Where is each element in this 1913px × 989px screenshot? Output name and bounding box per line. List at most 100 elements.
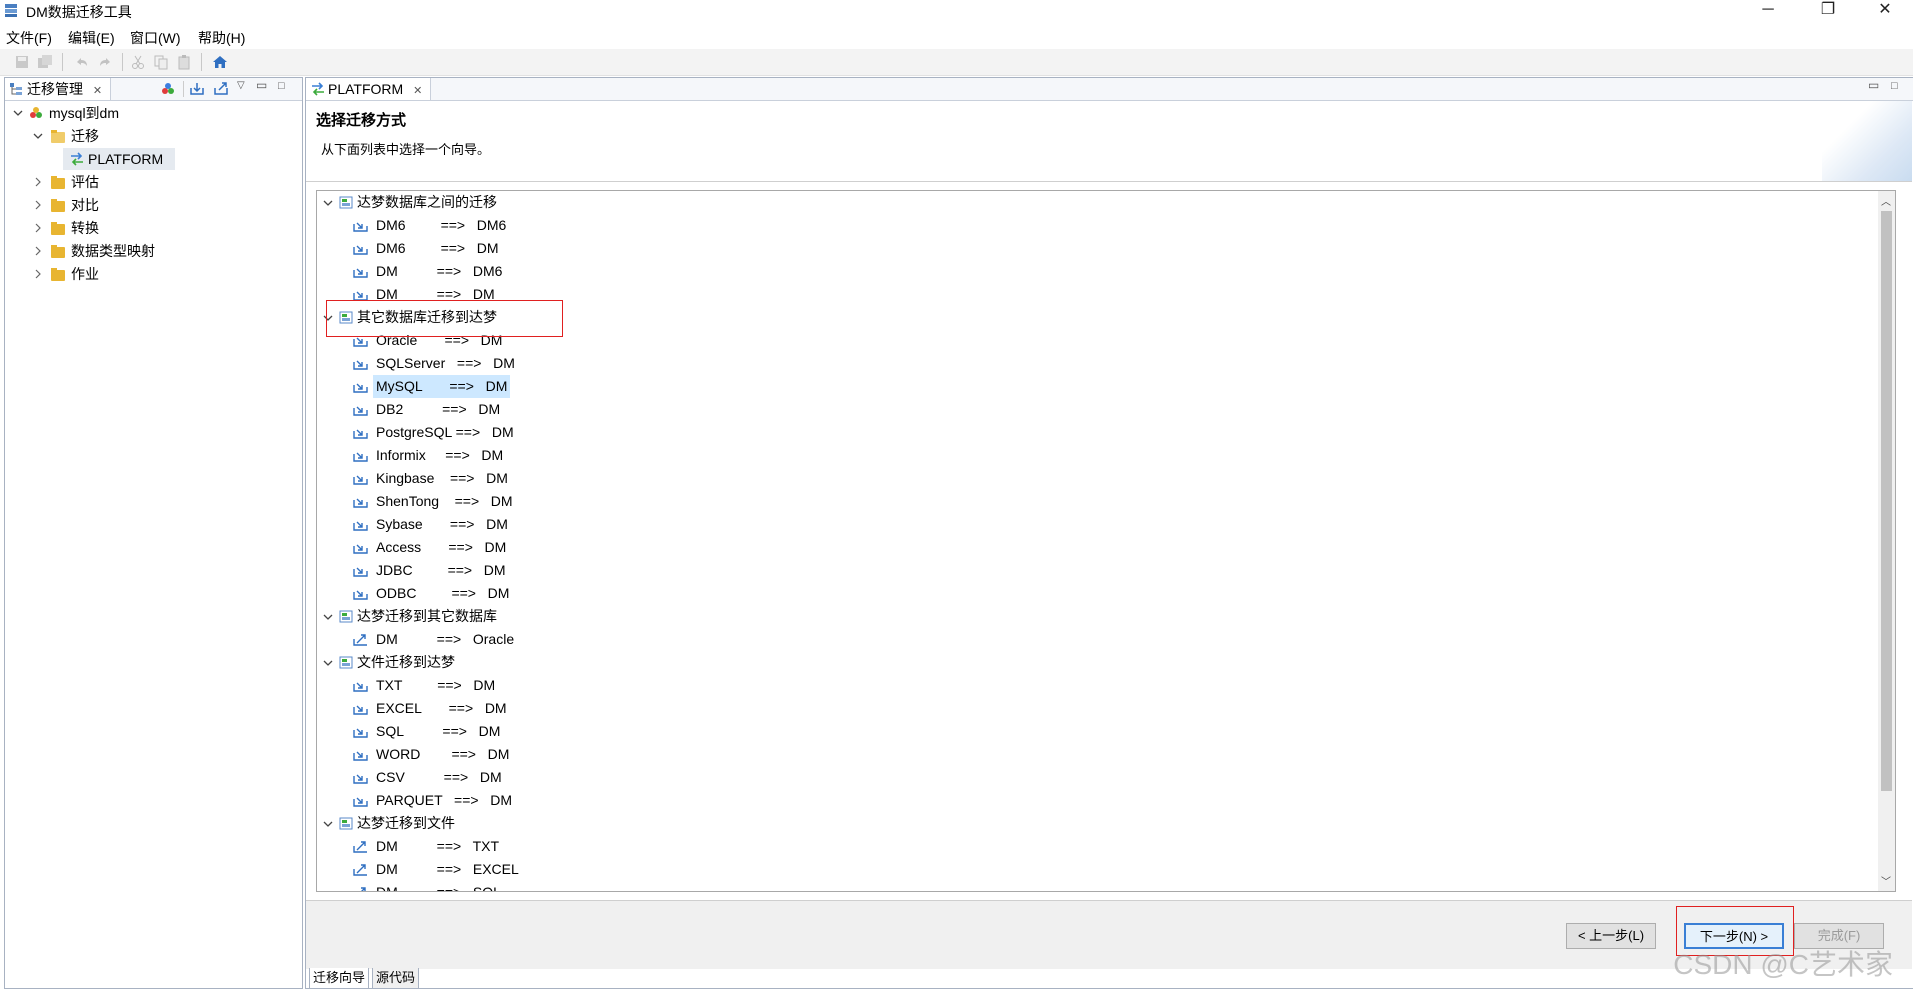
wizard-item-label: PostgreSQL ==> DM	[376, 424, 514, 440]
tab-platform[interactable]: PLATFORM ✕	[306, 78, 432, 100]
chevron-right-icon[interactable]	[33, 269, 43, 279]
wizard-group-label: 文件迁移到达梦	[357, 654, 455, 670]
wizard-item-label: DM ==> SQL	[376, 884, 501, 892]
minimize-view-icon[interactable]: ▭	[256, 78, 267, 92]
import-wizard-icon	[353, 475, 368, 485]
wizard-header: 选择迁移方式 从下面列表中选择一个向导。	[306, 101, 1912, 182]
export-wizard-icon	[361, 887, 366, 891]
chevron-down-icon[interactable]	[323, 612, 333, 622]
tree-item-platform[interactable]: PLATFORM	[63, 148, 175, 170]
wizard-item-label: DM ==> TXT	[376, 838, 500, 854]
wizard-subtitle: 从下面列表中选择一个向导。	[321, 142, 491, 157]
wizard-item-label: ShenTong ==> DM	[376, 493, 513, 509]
wizard-group-icon	[339, 656, 353, 669]
editor-panel: PLATFORM ✕ ▭ □ 选择迁移方式 从下面列表中选择一个向导。 达梦数据…	[305, 77, 1913, 989]
copy-icon[interactable]	[153, 54, 169, 70]
chevron-down-icon[interactable]	[323, 658, 333, 668]
tree-label: 作业	[71, 266, 99, 282]
wizard-title: 选择迁移方式	[316, 112, 407, 129]
minimize-button[interactable]: ─	[1745, 0, 1791, 22]
menu-window[interactable]: 窗口(W)	[130, 28, 181, 48]
wizard-group-label: 达梦迁移到文件	[357, 815, 455, 831]
export-icon[interactable]	[213, 82, 229, 96]
wizard-item-label: DM ==> Oracle	[376, 631, 515, 647]
transfer-icon	[71, 152, 83, 166]
folder-icon	[51, 199, 65, 212]
close-tab-icon[interactable]: ✕	[413, 85, 422, 97]
wizard-item-label: DM6 ==> DM6	[376, 217, 507, 233]
chevron-right-icon[interactable]	[33, 177, 43, 187]
wizard-item-label: DM ==> EXCEL	[376, 861, 519, 877]
import-wizard-icon	[353, 406, 368, 416]
close-tab-icon[interactable]: ✕	[93, 85, 102, 97]
tab-migration-wizard[interactable]: 迁移向导	[309, 968, 370, 989]
wizard-list[interactable]: 达梦数据库之间的迁移 DM6 ==> DM6 DM6 ==> DM DM ==> DM…	[316, 190, 1896, 892]
folder-icon	[51, 245, 65, 258]
app-icon	[5, 4, 17, 17]
import-wizard-icon	[353, 705, 368, 715]
wizard-item-label: DB2 ==> DM	[376, 401, 501, 417]
scroll-down-icon[interactable]: ﹀	[1881, 873, 1891, 888]
tree-view-icon	[10, 83, 22, 95]
redo-icon[interactable]	[97, 54, 113, 70]
import-icon[interactable]	[189, 82, 205, 96]
close-button[interactable]: ✕	[1862, 0, 1908, 22]
wizard-item-label: SQLServer ==> DM	[376, 355, 515, 371]
chevron-down-icon[interactable]	[323, 198, 333, 208]
menu-file[interactable]: 文件(F)	[6, 28, 52, 48]
tree-label: 迁移	[71, 128, 99, 144]
project-icon	[30, 107, 42, 118]
toolbar	[0, 49, 1913, 76]
save-icon[interactable]	[14, 54, 30, 70]
transfer-icon	[312, 82, 324, 96]
tree-label: 数据类型映射	[71, 243, 155, 259]
save-all-icon[interactable]	[37, 54, 53, 70]
vertical-scrollbar[interactable]: ︿ ﹀	[1878, 191, 1895, 891]
chevron-right-icon[interactable]	[33, 200, 43, 210]
chevron-down-icon[interactable]	[13, 108, 23, 118]
menu-bar: 文件(F) 编辑(E) 窗口(W) 帮助(H)	[0, 24, 1913, 46]
import-wizard-icon	[353, 222, 368, 232]
tab-source-code[interactable]: 源代码	[372, 968, 420, 989]
wizard-item-label: Kingbase ==> DM	[376, 470, 508, 486]
import-wizard-icon	[353, 774, 368, 784]
wizard-item-label: DM6 ==> DM	[376, 240, 499, 256]
import-wizard-icon	[353, 590, 368, 600]
cut-icon[interactable]	[130, 54, 146, 70]
window-title: DM数据迁移工具	[26, 4, 132, 20]
highlight-box	[326, 300, 563, 337]
folder-icon	[51, 222, 65, 235]
chevron-right-icon[interactable]	[33, 223, 43, 233]
export-wizard-icon	[353, 634, 367, 646]
paste-icon[interactable]	[176, 54, 192, 70]
connect-icon[interactable]	[161, 82, 175, 96]
scroll-thumb[interactable]	[1881, 211, 1892, 791]
wizard-item-label: Informix ==> DM	[376, 447, 504, 463]
wizard-button-bar: < 上一步(L) 下一步(N) > 完成(F)	[306, 900, 1912, 969]
view-menu-icon[interactable]: ▽	[237, 80, 245, 91]
wizard-item-label: PARQUET ==> DM	[376, 792, 513, 808]
undo-icon[interactable]	[74, 54, 90, 70]
chevron-down-icon[interactable]	[33, 131, 43, 141]
wizard-group-icon	[339, 610, 353, 623]
wizard-group-icon	[339, 817, 353, 830]
wizard-group-label: 达梦迁移到其它数据库	[357, 608, 497, 624]
menu-edit[interactable]: 编辑(E)	[68, 28, 115, 48]
back-button[interactable]: < 上一步(L)	[1566, 923, 1656, 949]
tab-label: 迁移管理	[27, 81, 83, 97]
import-wizard-icon	[353, 498, 368, 508]
scroll-up-icon[interactable]: ︿	[1881, 193, 1891, 208]
maximize-view-icon[interactable]: □	[1891, 80, 1898, 92]
import-wizard-icon	[353, 797, 368, 807]
menu-help[interactable]: 帮助(H)	[198, 28, 245, 48]
home-icon[interactable]	[212, 54, 228, 70]
tree-label: 转换	[71, 220, 99, 236]
tab-migration-manager[interactable]: 迁移管理 ✕	[5, 78, 112, 100]
chevron-down-icon[interactable]	[323, 819, 333, 829]
minimize-view-icon[interactable]: ▭	[1868, 78, 1879, 92]
restore-button[interactable]: ❐	[1805, 0, 1851, 22]
tab-label: PLATFORM	[328, 81, 404, 97]
import-wizard-icon	[353, 567, 368, 577]
maximize-view-icon[interactable]: □	[278, 80, 285, 92]
chevron-right-icon[interactable]	[33, 246, 43, 256]
